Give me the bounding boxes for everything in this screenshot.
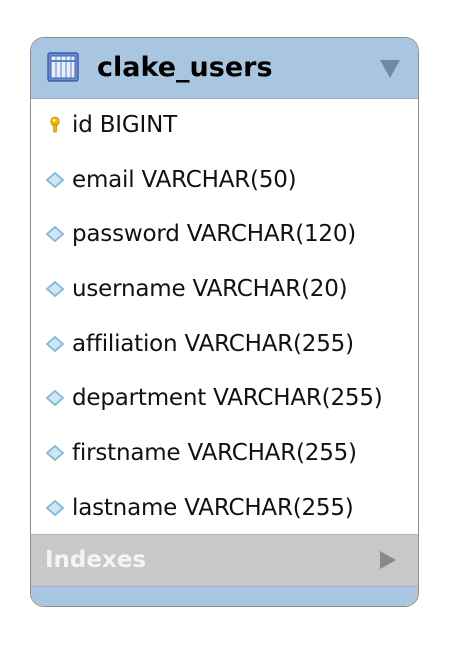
column-text: password VARCHAR(120) xyxy=(72,221,357,248)
indexes-section[interactable]: Indexes xyxy=(31,534,418,586)
column-text: lastname VARCHAR(255) xyxy=(72,494,354,521)
table-icon xyxy=(47,52,79,82)
column-row-email[interactable]: email VARCHAR(50) xyxy=(31,154,418,209)
column-text: department VARCHAR(255) xyxy=(72,385,383,412)
table-header[interactable]: clake_users xyxy=(31,38,418,99)
column-row-password[interactable]: password VARCHAR(120) xyxy=(31,208,418,263)
column-diamond-icon xyxy=(45,444,65,462)
column-diamond-icon xyxy=(45,226,65,243)
column-row-id[interactable]: id BIGINT xyxy=(31,99,418,154)
table-footer xyxy=(31,586,418,606)
expand-arrow-icon[interactable] xyxy=(380,551,396,569)
collapse-arrow-icon[interactable] xyxy=(380,60,400,78)
column-row-firstname[interactable]: firstname VARCHAR(255) xyxy=(31,427,418,482)
table-entity-clake-users[interactable]: clake_users id BIGINT email VARCHAR(50) … xyxy=(30,37,419,607)
column-text: firstname VARCHAR(255) xyxy=(72,440,357,467)
indexes-label: Indexes xyxy=(45,547,147,573)
column-row-affiliation[interactable]: affiliation VARCHAR(255) xyxy=(31,318,418,373)
column-list: id BIGINT email VARCHAR(50) password VAR… xyxy=(31,99,418,537)
column-diamond-icon xyxy=(45,335,65,352)
column-text: email VARCHAR(50) xyxy=(72,166,297,193)
column-diamond-icon xyxy=(45,280,65,298)
column-text: username VARCHAR(20) xyxy=(72,276,348,303)
column-diamond-icon xyxy=(45,499,65,517)
column-diamond-icon xyxy=(45,171,65,188)
column-row-department[interactable]: department VARCHAR(255) xyxy=(31,372,418,427)
table-name: clake_users xyxy=(97,52,273,83)
column-row-lastname[interactable]: lastname VARCHAR(255) xyxy=(31,482,418,537)
column-row-username[interactable]: username VARCHAR(20) xyxy=(31,263,418,318)
column-diamond-icon xyxy=(45,390,65,407)
column-text: id BIGINT xyxy=(72,112,177,138)
primary-key-icon xyxy=(50,116,60,133)
column-text: affiliation VARCHAR(255) xyxy=(72,330,354,357)
